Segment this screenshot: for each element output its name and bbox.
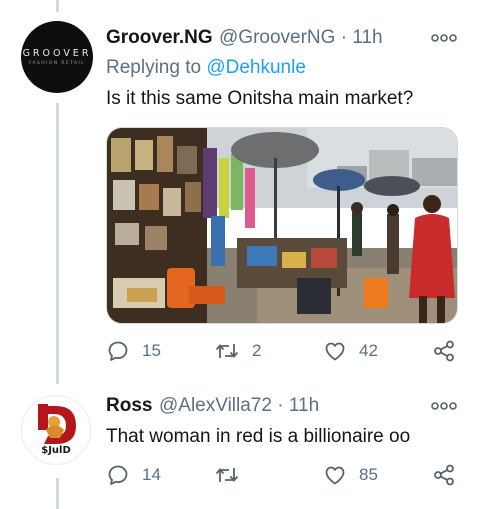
heart-icon — [325, 342, 345, 361]
tweet-groover[interactable]: GROOVER FASHION RETAIL Groover.NG @Groov… — [0, 0, 480, 380]
retweet-icon — [215, 344, 239, 358]
reply-action[interactable]: 14 — [106, 460, 161, 490]
handle[interactable]: @GrooverNG — [219, 27, 335, 48]
tweet-photo[interactable] — [106, 127, 458, 324]
share-icon — [434, 340, 454, 362]
timestamp[interactable]: 11h — [289, 395, 319, 416]
display-name[interactable]: Ross — [106, 395, 152, 417]
like-count: 42 — [359, 341, 378, 360]
market-scene-illustration — [107, 128, 457, 323]
handle[interactable]: @AlexVilla72 — [159, 395, 272, 416]
share-icon — [434, 464, 454, 486]
avatar-logo-icon — [38, 404, 76, 444]
avatar-brand-text: GROOVER — [22, 48, 92, 59]
retweet-action[interactable] — [214, 460, 252, 490]
reply-icon — [108, 341, 128, 361]
tweet-text: Is it this same Onitsha main market? — [106, 88, 414, 109]
like-action[interactable]: 42 — [323, 336, 378, 366]
separator: · — [340, 27, 348, 48]
tweet-meta: @GrooverNG · 11h — [219, 27, 383, 49]
display-name[interactable]: Groover.NG — [106, 27, 213, 49]
replying-to: Replying to @Dehkunle — [106, 57, 306, 79]
retweet-icon — [215, 468, 239, 482]
avatar-tag-text: $JulD — [41, 445, 71, 456]
retweet-action[interactable]: 2 — [214, 336, 261, 366]
avatar[interactable]: GROOVER FASHION RETAIL — [21, 21, 93, 93]
like-action[interactable]: 85 — [323, 460, 378, 490]
like-count: 85 — [359, 465, 378, 484]
tweet-text: That woman in red is a billionaire oo — [106, 426, 411, 447]
heart-icon — [325, 466, 345, 485]
more-options-icon[interactable] — [431, 401, 457, 411]
reply-action[interactable]: 15 — [106, 336, 161, 366]
separator: · — [277, 395, 284, 416]
more-options-icon[interactable] — [431, 33, 457, 43]
share-action[interactable] — [432, 336, 456, 366]
share-action[interactable] — [432, 460, 456, 490]
tweet-actions: 14 85 — [106, 460, 456, 490]
timestamp[interactable]: 11h — [352, 27, 382, 48]
reply-count: 15 — [142, 341, 161, 360]
replying-to-label: Replying to — [106, 57, 207, 78]
tweet-meta: @AlexVilla72 · 11h — [159, 395, 319, 417]
avatar-sub-text: FASHION RETAIL — [28, 61, 86, 66]
reply-count: 14 — [142, 465, 161, 484]
avatar[interactable]: $JulD — [21, 395, 91, 465]
reply-icon — [108, 465, 128, 485]
retweet-count: 2 — [252, 341, 262, 360]
replying-to-link[interactable]: @Dehkunle — [206, 57, 306, 78]
tweet-actions: 15 2 42 — [106, 336, 456, 366]
